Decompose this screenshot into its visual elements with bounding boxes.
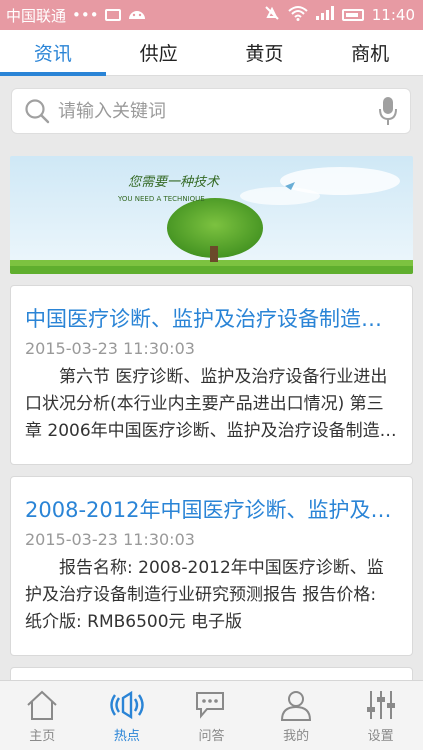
home-icon xyxy=(25,689,59,725)
news-date: 2015-03-23 11:30:03 xyxy=(25,339,195,358)
carrier-name: 中国联通 xyxy=(6,6,67,25)
nav-qa-label: 问答 xyxy=(198,729,225,744)
notification-dots: ••• xyxy=(72,6,99,24)
banner-subline: YOU NEED A TECHNIQUE xyxy=(117,195,205,203)
chat-icon xyxy=(193,689,229,725)
nav-home-label: 主页 xyxy=(29,729,56,744)
news-date: 2015-03-23 11:30:03 xyxy=(25,530,195,549)
user-icon xyxy=(279,689,313,725)
nav-settings-label: 设置 xyxy=(367,729,394,744)
promo-banner[interactable]: 您需要一种技术 YOU NEED A TECHNIQUE xyxy=(10,156,413,274)
search-bar xyxy=(11,88,411,134)
wifi-icon xyxy=(288,5,308,25)
battery-icon xyxy=(341,9,364,21)
nav-mine[interactable]: 我的 xyxy=(254,681,339,750)
status-bar: 中国联通 ••• 11:40 xyxy=(0,0,423,30)
news-card[interactable]: 2008-2012年中国医疗诊断、监护及治疗设备制造行业 2015-03-23 … xyxy=(10,476,413,656)
news-card[interactable]: 中国医疗诊断、监护及治疗设备制造行业研究预测报告 2015-03-23 11:3… xyxy=(10,285,413,465)
nav-home[interactable]: 主页 xyxy=(0,681,85,750)
news-summary: 报告名称: 2008-2012年中国医疗诊断、监护及治疗设备制造行业研究预测报告… xyxy=(25,558,384,632)
search-icon xyxy=(24,98,50,124)
image-notification-icon xyxy=(104,9,121,21)
banner-headline: 您需要一种技术 xyxy=(128,175,220,190)
clock: 11:40 xyxy=(371,6,415,24)
nav-hotspot-label: 热点 xyxy=(113,729,140,744)
microphone-icon[interactable] xyxy=(378,96,398,126)
tab-news[interactable]: 资讯 xyxy=(0,30,106,76)
tab-supply[interactable]: 供应 xyxy=(106,30,212,75)
settings-icon xyxy=(364,689,398,725)
news-title: 2008-2012年中国医疗诊断、监护及治疗设备制造行业 xyxy=(25,498,398,522)
search-input[interactable] xyxy=(50,100,378,122)
nav-hotspot[interactable]: 热点 xyxy=(85,681,170,750)
android-notification-icon xyxy=(127,6,147,24)
signal-icon xyxy=(315,6,334,24)
nav-qa[interactable]: 问答 xyxy=(169,681,254,750)
nav-mine-label: 我的 xyxy=(283,729,310,744)
bottom-navigation: 主页 热点 问答 我的 设置 xyxy=(0,680,423,750)
hotspot-icon xyxy=(109,689,145,725)
news-title: 中国医疗诊断、监护及治疗设备制造行业研究预测报告 xyxy=(25,307,398,331)
banner-tree-image: 您需要一种技术 YOU NEED A TECHNIQUE xyxy=(10,156,413,274)
category-tabs: 资讯 供应 黄页 商机 xyxy=(0,30,423,76)
nav-settings[interactable]: 设置 xyxy=(338,681,423,750)
mute-icon xyxy=(264,5,280,25)
tab-yellow-pages[interactable]: 黄页 xyxy=(212,30,318,75)
tab-business-opportunities[interactable]: 商机 xyxy=(317,30,423,75)
news-summary: 第六节 医疗诊断、监护及治疗设备行业进出口状况分析(本行业内主要产品进出口情况)… xyxy=(25,367,397,441)
